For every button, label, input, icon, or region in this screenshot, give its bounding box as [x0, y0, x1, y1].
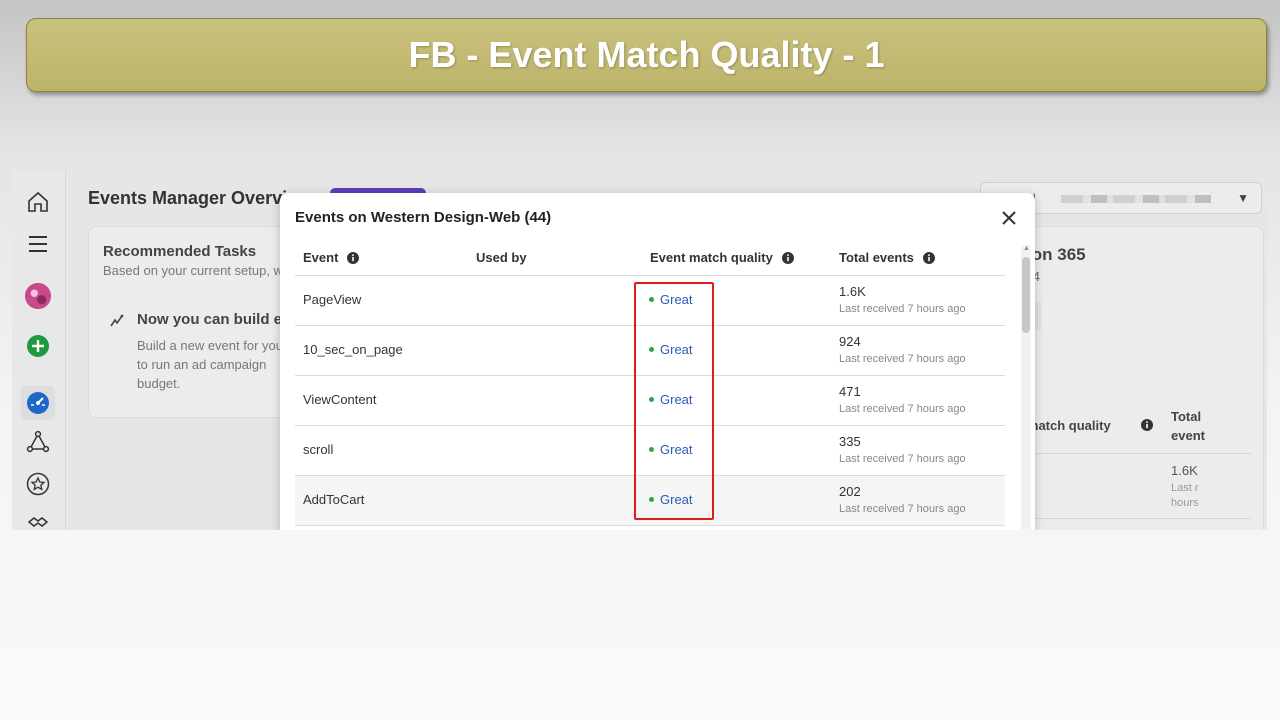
events-modal: Events on Western Design-Web (44) ▲ Even…	[280, 193, 1035, 530]
total-events: 471	[839, 384, 861, 399]
info-icon[interactable]	[1141, 418, 1153, 436]
partner-integrations-icon[interactable]	[24, 510, 52, 530]
total-events: 335	[839, 434, 861, 449]
event-name: AddToCart	[303, 492, 365, 507]
column-header-label: Total events	[839, 250, 914, 265]
modal-title: Events on Western Design-Web (44)	[295, 209, 552, 226]
star-icon[interactable]	[24, 470, 52, 498]
recommended-subheading: Based on your current setup, w	[103, 263, 283, 278]
recommended-heading: Recommended Tasks	[103, 243, 257, 260]
table-header: Event Used by Event match quality Total …	[295, 243, 1005, 276]
left-nav-rail	[12, 170, 66, 530]
last-received: Last received 7 hours ago	[839, 353, 966, 365]
overview-dashboard-icon[interactable]	[21, 386, 55, 420]
total-value: 1.6K	[1171, 463, 1198, 478]
banner-title: FB - Event Match Quality - 1	[408, 34, 885, 75]
event-name: 10_sec_on_page	[303, 342, 403, 357]
total-events: 1.6K	[839, 284, 866, 299]
redacted-account-name	[1061, 195, 1211, 203]
add-icon[interactable]	[24, 332, 52, 360]
recommended-tasks-card: Recommended Tasks Based on your current …	[88, 226, 310, 418]
divider	[1011, 518, 1251, 519]
events-manager-screenshot: Events Manager Overvi Recommended Tasks …	[12, 170, 1267, 530]
event-name: scroll	[303, 442, 334, 457]
last-received: Last received 7 hours ago	[839, 503, 966, 515]
close-icon[interactable]	[998, 207, 1020, 229]
column-header-label: Event	[303, 250, 339, 265]
title-banner: FB - Event Match Quality - 1	[26, 18, 1267, 92]
column-header-used-by[interactable]: Used by	[476, 250, 527, 265]
scroll-up-icon[interactable]: ▲	[1023, 245, 1030, 252]
last-received: Last received 7 hours ago	[839, 303, 966, 315]
sparkle-icon	[109, 313, 125, 333]
menu-icon[interactable]	[24, 230, 52, 258]
chevron-down-icon: ▼	[1237, 191, 1249, 205]
total-events: 924	[839, 334, 861, 349]
event-name: PageView	[303, 292, 362, 307]
column-header-total: Total event	[1171, 409, 1205, 443]
scroll-thumb[interactable]	[1022, 257, 1030, 333]
task-title: Now you can build ev	[137, 311, 291, 328]
last-received-text: Last r hours	[1171, 482, 1199, 509]
event-name: ViewContent	[303, 392, 377, 407]
avatar[interactable]	[24, 282, 52, 310]
info-icon[interactable]	[922, 251, 935, 264]
column-header-label: Used by	[476, 250, 527, 265]
page-title: Events Manager Overvi	[88, 188, 288, 208]
home-icon[interactable]	[24, 188, 52, 216]
info-icon[interactable]	[347, 251, 360, 264]
data-sources-icon[interactable]	[24, 428, 52, 456]
last-received: Last received 7 hours ago	[839, 453, 966, 465]
total-events: 202	[839, 484, 861, 499]
last-received: Last received 7 hours ago	[839, 403, 966, 415]
column-header-total[interactable]: Total events	[839, 250, 935, 265]
scrollbar[interactable]: ▲	[1021, 245, 1031, 530]
highlight-box	[634, 282, 714, 520]
column-header-quality[interactable]: Event match quality	[650, 250, 794, 265]
column-header-event[interactable]: Event	[303, 250, 360, 265]
column-header-label: Event match quality	[650, 250, 773, 265]
info-icon[interactable]	[781, 251, 794, 264]
divider	[1011, 453, 1251, 454]
